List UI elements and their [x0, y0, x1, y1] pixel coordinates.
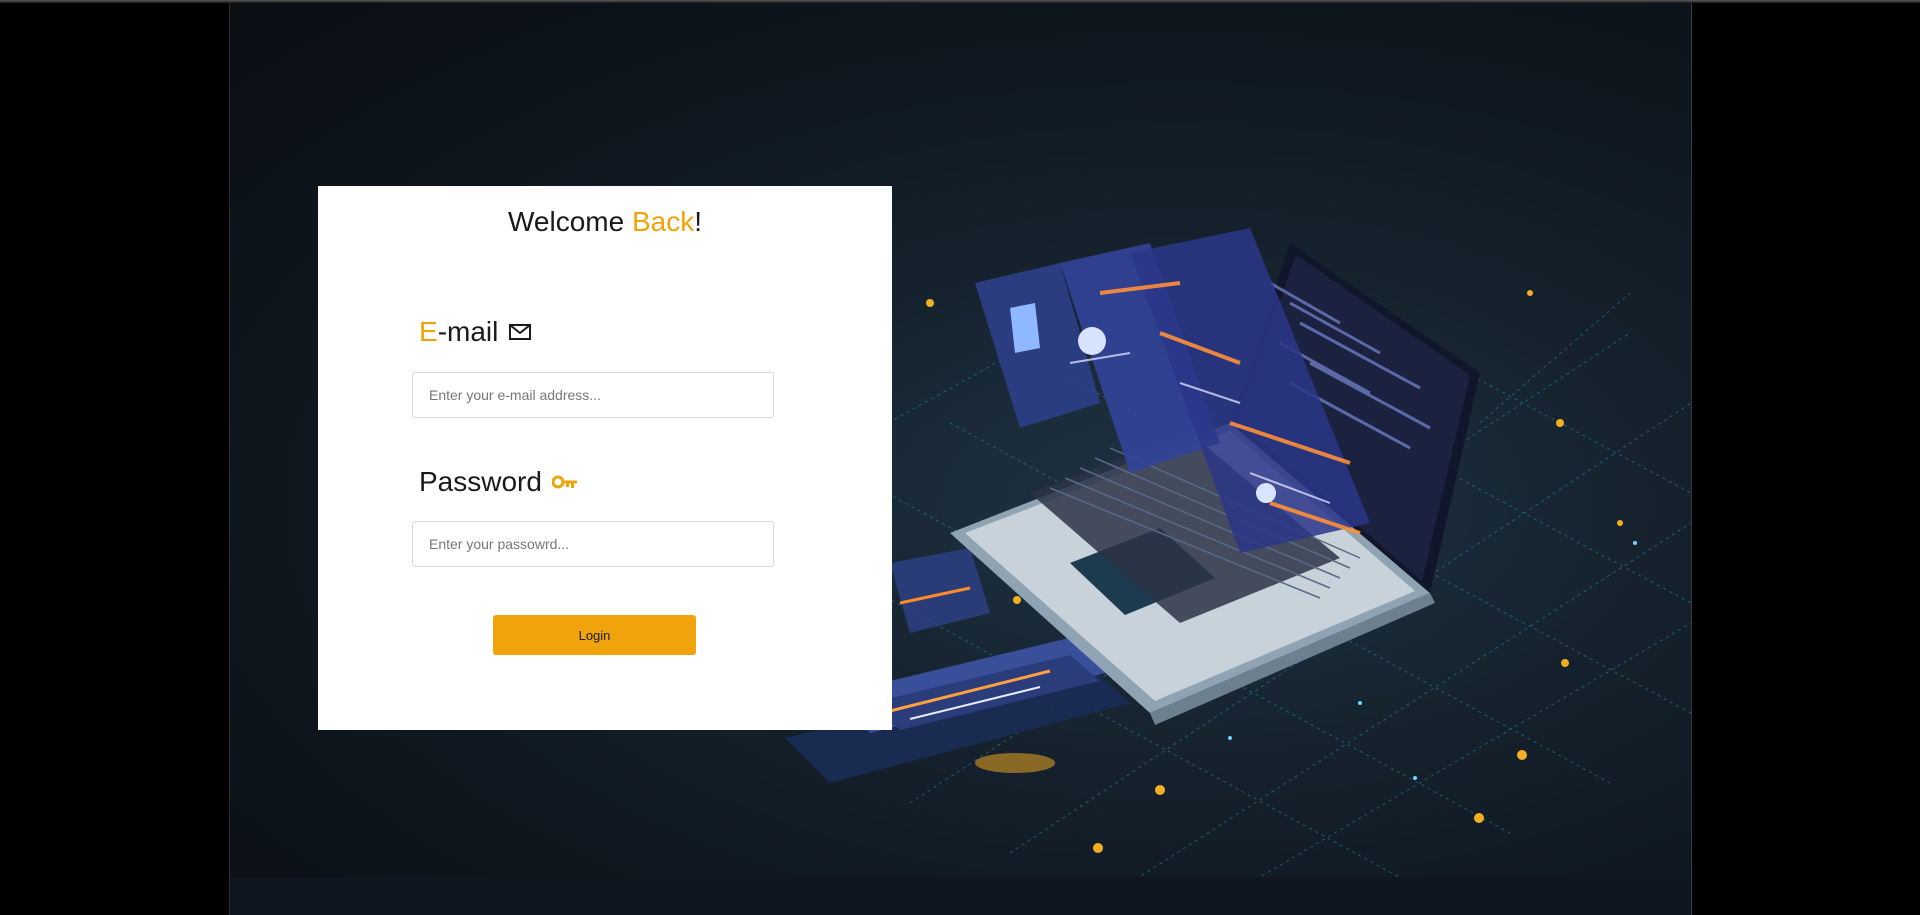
key-icon: [551, 475, 577, 489]
envelope-icon: [509, 324, 532, 340]
login-card: Welcome Back! E-mail Password Login: [318, 186, 892, 730]
email-label-text: -mail: [437, 316, 499, 347]
login-button[interactable]: Login: [493, 615, 696, 655]
welcome-title-suffix: !: [694, 206, 702, 237]
stage-bottom-band: [230, 877, 1691, 915]
email-input[interactable]: [412, 372, 774, 418]
welcome-title: Welcome Back!: [318, 206, 892, 238]
welcome-title-accent: Back: [631, 206, 695, 237]
password-label: Password: [419, 466, 578, 498]
email-label: E -mail: [419, 316, 532, 348]
password-input[interactable]: [412, 521, 774, 567]
email-label-accent: E: [419, 316, 438, 347]
password-label-text: Password: [419, 466, 542, 497]
welcome-title-prefix: Welcome: [508, 206, 632, 237]
